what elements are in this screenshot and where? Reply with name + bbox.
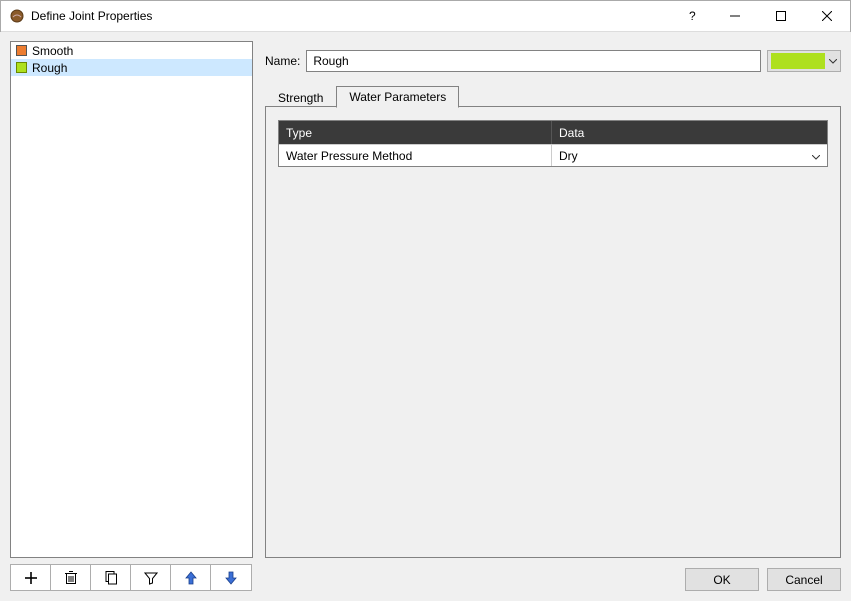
row-type-label: Water Pressure Method <box>279 145 552 166</box>
table-header: Type Data <box>279 121 827 144</box>
tab-label: Water Parameters <box>349 90 446 104</box>
list-item-label: Rough <box>32 61 67 75</box>
copy-button[interactable] <box>91 565 131 590</box>
color-swatch-icon <box>771 53 825 69</box>
name-input[interactable] <box>306 50 761 72</box>
header-type: Type <box>279 121 552 144</box>
properties-panel: Name: Strength Water Parameters <box>265 41 841 558</box>
arrow-down-icon <box>224 571 238 585</box>
tab-strength[interactable]: Strength <box>265 87 336 108</box>
maximize-button[interactable] <box>758 1 804 31</box>
svg-text:?: ? <box>689 9 696 23</box>
filter-button[interactable] <box>131 565 171 590</box>
list-item[interactable]: Rough <box>11 59 252 76</box>
minimize-button[interactable] <box>712 1 758 31</box>
tab-body: Type Data Water Pressure Method Dry <box>265 107 841 558</box>
delete-button[interactable] <box>51 565 91 590</box>
dialog-footer: OK Cancel <box>685 568 841 591</box>
titlebar: Define Joint Properties ? <box>1 1 850 32</box>
cancel-button[interactable]: Cancel <box>767 568 841 591</box>
joint-list[interactable]: Smooth Rough <box>10 41 253 558</box>
chevron-down-icon <box>812 149 820 163</box>
button-label: OK <box>713 573 730 587</box>
table-row[interactable]: Water Pressure Method Dry <box>279 144 827 166</box>
help-button[interactable]: ? <box>674 1 712 31</box>
tab-water-parameters[interactable]: Water Parameters <box>336 86 459 108</box>
plus-icon <box>24 571 38 585</box>
arrow-up-icon <box>184 571 198 585</box>
filter-icon <box>144 571 158 585</box>
name-label: Name: <box>265 54 300 68</box>
parameters-table: Type Data Water Pressure Method Dry <box>278 120 828 167</box>
header-data: Data <box>552 121 827 144</box>
dropdown-value: Dry <box>559 149 578 163</box>
color-picker-button[interactable] <box>767 50 841 72</box>
trash-icon <box>64 570 78 585</box>
window-title: Define Joint Properties <box>31 9 152 23</box>
list-item-label: Smooth <box>32 44 73 58</box>
move-up-button[interactable] <box>171 565 211 590</box>
list-item[interactable]: Smooth <box>11 42 252 59</box>
ok-button[interactable]: OK <box>685 568 759 591</box>
list-toolbar <box>10 564 252 591</box>
app-icon <box>9 8 25 24</box>
row-data-dropdown[interactable]: Dry <box>552 145 827 166</box>
close-button[interactable] <box>804 1 850 31</box>
add-button[interactable] <box>11 565 51 590</box>
color-swatch-icon <box>16 62 27 73</box>
color-swatch-icon <box>16 45 27 56</box>
copy-icon <box>104 570 118 585</box>
chevron-down-icon <box>829 59 837 64</box>
tab-label: Strength <box>278 91 323 105</box>
button-label: Cancel <box>785 573 822 587</box>
tabs: Strength Water Parameters <box>265 85 841 107</box>
move-down-button[interactable] <box>211 565 251 590</box>
dialog-content: Smooth Rough Name: Stren <box>0 32 851 601</box>
